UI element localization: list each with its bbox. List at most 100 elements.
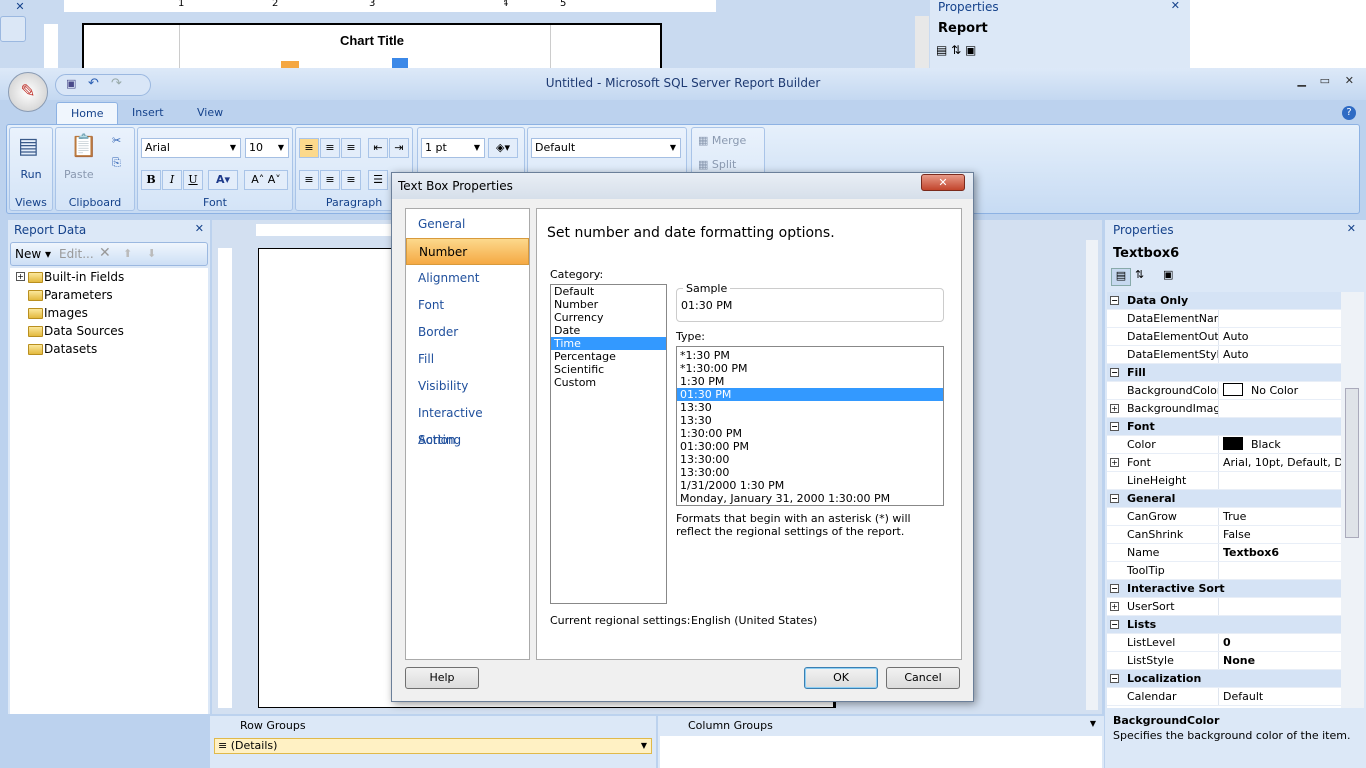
tree-item-data-sources[interactable]: Data Sources bbox=[10, 322, 208, 340]
property-category[interactable]: − General bbox=[1107, 490, 1341, 508]
category-item[interactable]: Time bbox=[551, 337, 666, 350]
fill-color-button[interactable]: ◈▾ bbox=[488, 138, 518, 158]
property-value[interactable] bbox=[1219, 562, 1341, 579]
dialog-close-button[interactable]: ✕ bbox=[921, 174, 965, 191]
property-category[interactable]: − Interactive Sort bbox=[1107, 580, 1341, 598]
cut-icon[interactable]: ✂ bbox=[112, 134, 121, 147]
nav-interactive-sorting[interactable]: Interactive Sorting bbox=[406, 400, 529, 447]
property-row[interactable]: Name Textbox6 bbox=[1107, 544, 1341, 562]
categorized-icon[interactable]: ▤ ⇅ ▣ bbox=[936, 43, 976, 57]
decrease-indent-button[interactable]: ⇤ bbox=[368, 138, 388, 158]
scrollbar[interactable] bbox=[1086, 240, 1098, 710]
tree-item-built-in-fields[interactable]: + Built-in Fields bbox=[10, 268, 208, 286]
new-button[interactable]: New ▾ bbox=[15, 247, 51, 261]
paste-button[interactable]: Paste bbox=[64, 168, 94, 181]
category-item[interactable]: Number bbox=[551, 298, 666, 311]
categorized-icon[interactable]: ▤ bbox=[1111, 268, 1131, 286]
nav-border[interactable]: Border bbox=[406, 319, 529, 346]
property-row[interactable]: Calendar Default bbox=[1107, 688, 1341, 706]
align-left-button[interactable]: ≡ bbox=[299, 170, 319, 190]
sort-alpha-icon[interactable]: ⇅ bbox=[1135, 268, 1144, 281]
property-row[interactable]: LineHeight bbox=[1107, 472, 1341, 490]
align-middle-button[interactable]: ≡ bbox=[320, 138, 340, 158]
property-category[interactable]: − Fill bbox=[1107, 364, 1341, 382]
property-row[interactable]: ToolTip bbox=[1107, 562, 1341, 580]
type-item[interactable]: 13:30:00 bbox=[677, 466, 943, 479]
type-item[interactable]: 1:30 PM bbox=[677, 375, 943, 388]
property-value[interactable] bbox=[1219, 310, 1341, 327]
style-combo[interactable]: Default ▼ bbox=[531, 138, 681, 158]
type-item[interactable]: 13:30 bbox=[677, 414, 943, 427]
align-center-button[interactable]: ≡ bbox=[320, 170, 340, 190]
collapse-icon[interactable]: − bbox=[1110, 584, 1119, 593]
border-width-combo[interactable]: 1 pt ▼ bbox=[421, 138, 485, 158]
type-item[interactable]: *1:30 PM bbox=[677, 349, 943, 362]
expand-icon[interactable]: + bbox=[1110, 602, 1119, 611]
type-list[interactable]: *1:30 PM *1:30:00 PM 1:30 PM 01:30 PM 13:30 1… bbox=[676, 346, 944, 506]
type-item[interactable]: Monday, January 31, 2000 1:30:00 PM bbox=[677, 492, 943, 505]
property-row[interactable]: DataElementOutput Auto bbox=[1107, 328, 1341, 346]
property-value[interactable]: 0 bbox=[1219, 634, 1341, 651]
collapse-icon[interactable]: − bbox=[1110, 674, 1119, 683]
close-button[interactable]: ✕ bbox=[1345, 74, 1354, 87]
property-row[interactable]: + BackgroundImage bbox=[1107, 400, 1341, 418]
cancel-button[interactable]: Cancel bbox=[886, 667, 960, 689]
nav-general[interactable]: General bbox=[406, 211, 529, 238]
property-row[interactable]: ListLevel 0 bbox=[1107, 634, 1341, 652]
bullets-button[interactable]: ☰ bbox=[368, 170, 388, 190]
split-button[interactable]: ▦ Split bbox=[698, 158, 736, 171]
property-value[interactable]: True bbox=[1219, 508, 1341, 525]
tab-home[interactable]: Home bbox=[56, 102, 119, 124]
run-button[interactable]: Run bbox=[10, 168, 52, 181]
collapse-icon[interactable]: − bbox=[1110, 296, 1119, 305]
increase-indent-button[interactable]: ⇥ bbox=[389, 138, 409, 158]
property-value[interactable]: Default bbox=[1219, 688, 1341, 705]
ok-button[interactable]: OK bbox=[804, 667, 878, 689]
type-item[interactable]: 01:30 PM bbox=[677, 388, 943, 401]
tree-item-images[interactable]: Images bbox=[10, 304, 208, 322]
type-item[interactable]: 1:30:00 PM bbox=[677, 427, 943, 440]
property-value[interactable]: Textbox6 bbox=[1219, 544, 1341, 561]
tree-item-datasets[interactable]: Datasets bbox=[10, 340, 208, 358]
property-pages-icon[interactable]: ▣ bbox=[1163, 268, 1173, 281]
property-value[interactable]: No Color bbox=[1219, 382, 1341, 399]
close-icon[interactable]: ✕ bbox=[1347, 222, 1356, 235]
close-icon[interactable]: ✕ bbox=[1171, 0, 1180, 12]
property-value[interactable]: Arial, 10pt, Default, Default bbox=[1219, 454, 1341, 471]
category-item[interactable]: Currency bbox=[551, 311, 666, 324]
chart-preview[interactable]: Chart Title bbox=[82, 23, 662, 70]
chevron-down-icon[interactable]: ▼ bbox=[1090, 719, 1096, 728]
nav-action[interactable]: Action bbox=[406, 427, 529, 454]
move-down-icon[interactable]: ⬇ bbox=[147, 247, 156, 260]
category-list[interactable]: Default Number Currency Date Time Percentage S… bbox=[550, 284, 667, 604]
collapse-icon[interactable]: − bbox=[1110, 422, 1119, 431]
property-row[interactable]: DataElementName bbox=[1107, 310, 1341, 328]
category-item[interactable]: Default bbox=[551, 285, 666, 298]
property-value[interactable]: Black bbox=[1219, 436, 1341, 453]
property-value[interactable]: None bbox=[1219, 652, 1341, 669]
font-color-button[interactable]: A▾ bbox=[208, 170, 238, 190]
property-value[interactable]: Auto bbox=[1219, 346, 1341, 363]
property-row[interactable]: DataElementStyle Auto bbox=[1107, 346, 1341, 364]
merge-button[interactable]: ▦ Merge bbox=[698, 134, 746, 147]
property-row[interactable]: + UserSort bbox=[1107, 598, 1341, 616]
underline-button[interactable]: U bbox=[183, 170, 203, 190]
copy-icon[interactable]: ⎘ bbox=[112, 156, 121, 170]
category-item[interactable]: Scientific bbox=[551, 363, 666, 376]
type-item[interactable]: 01:30:00 PM bbox=[677, 440, 943, 453]
expand-icon[interactable]: + bbox=[1110, 458, 1119, 467]
category-item[interactable]: Date bbox=[551, 324, 666, 337]
property-row[interactable]: ListStyle None bbox=[1107, 652, 1341, 670]
scrollbar[interactable] bbox=[1341, 292, 1364, 708]
font-grow-shrink[interactable]: A˄ A˅ bbox=[244, 170, 288, 190]
save-icon[interactable]: ▣ bbox=[66, 77, 76, 90]
tab-insert[interactable]: Insert bbox=[118, 102, 178, 124]
align-bottom-button[interactable]: ≡ bbox=[341, 138, 361, 158]
nav-alignment[interactable]: Alignment bbox=[406, 265, 529, 292]
category-item[interactable]: Custom bbox=[551, 376, 666, 389]
property-value[interactable]: False bbox=[1219, 526, 1341, 543]
close-icon[interactable]: ✕ bbox=[0, 0, 40, 14]
help-icon[interactable]: ? bbox=[1342, 106, 1356, 120]
property-row[interactable]: CanGrow True bbox=[1107, 508, 1341, 526]
property-value[interactable]: Auto bbox=[1219, 328, 1341, 345]
